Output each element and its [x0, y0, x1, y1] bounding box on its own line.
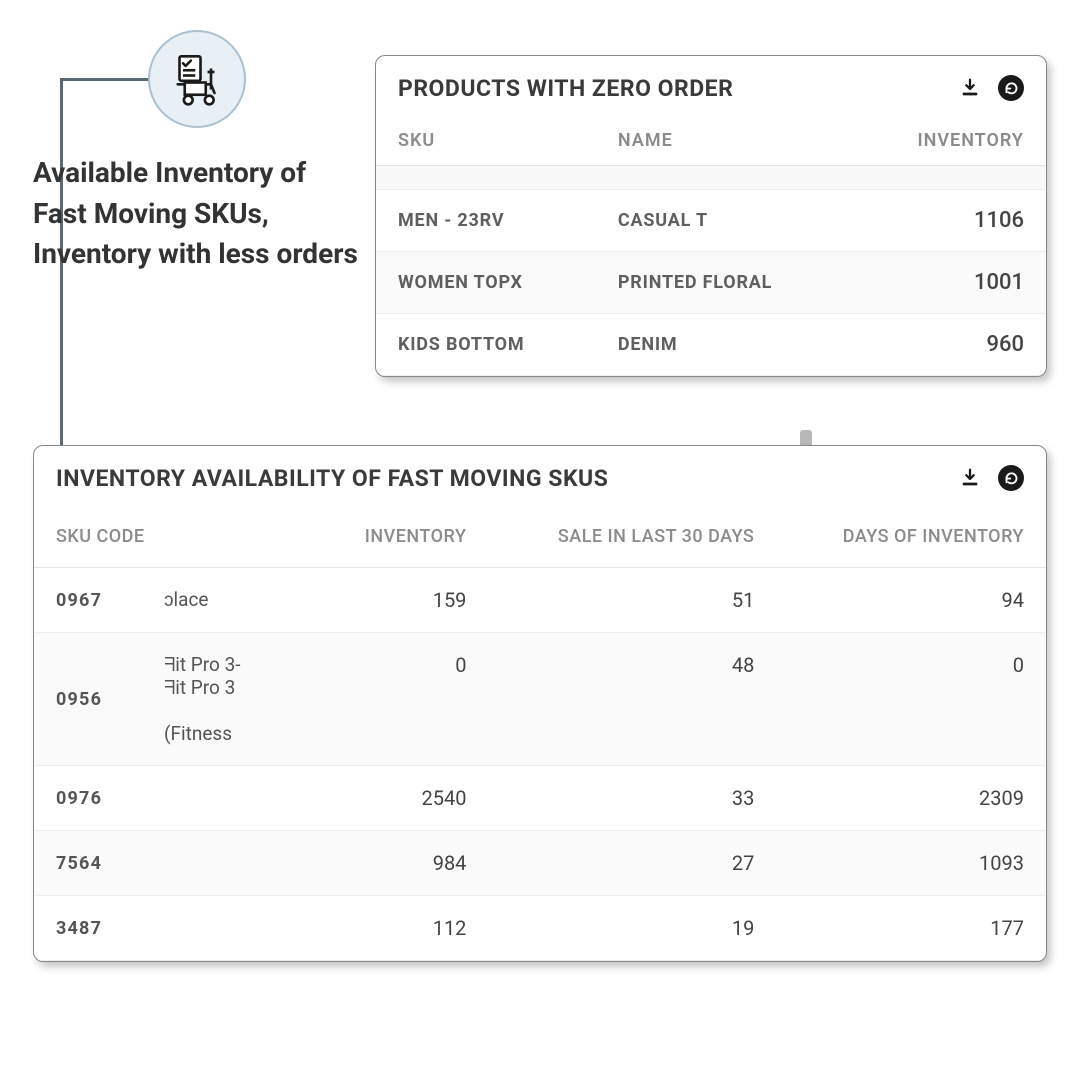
download-button[interactable]	[956, 74, 984, 102]
cell-days: 2309	[776, 766, 1046, 831]
table-row: 7564 984 27 1093	[34, 831, 1046, 896]
cell-sale30: 48	[488, 633, 776, 766]
cell-desc	[164, 766, 314, 831]
fast-moving-panel: INVENTORY AVAILABILITY OF FAST MOVING SK…	[33, 445, 1047, 962]
cell-sku: 3487	[34, 896, 164, 961]
cell-name: PRINTED FLORAL	[596, 252, 852, 314]
table-header-row: SKU CODE INVENTORY SALE IN LAST 30 DAYS …	[34, 506, 1046, 568]
cell-desc	[164, 896, 314, 961]
cell-days: 1093	[776, 831, 1046, 896]
refresh-icon	[1004, 81, 1019, 96]
cell-sale30: 27	[488, 831, 776, 896]
cell-sku: KIDS BOTTOM	[376, 314, 596, 376]
cell-sku: 0967	[34, 568, 164, 633]
panel-header: PRODUCTS WITH ZERO ORDER	[376, 56, 1046, 116]
panel-title: INVENTORY AVAILABILITY OF FAST MOVING SK…	[56, 465, 608, 492]
cell-inventory: 1106	[852, 190, 1046, 252]
panel-actions	[956, 74, 1024, 102]
col-inventory: INVENTORY	[314, 506, 488, 568]
feature-icon-circle	[148, 30, 246, 128]
cell-name: CASUAL T	[596, 190, 852, 252]
table-row: 3487 112 19 177	[34, 896, 1046, 961]
cell-days: 177	[776, 896, 1046, 961]
col-name: NAME	[596, 116, 852, 166]
cell-inventory: 0	[314, 633, 488, 766]
cell-inventory: 112	[314, 896, 488, 961]
table-row: 0956 ᖷit Pro 3- ᖷit Pro 3 (Fitness 0 48 …	[34, 633, 1046, 766]
cell-inventory: 984	[314, 831, 488, 896]
cell-sale30: 33	[488, 766, 776, 831]
cell-sku: WOMEN TOPX	[376, 252, 596, 314]
cell-desc: ᖷit Pro 3- ᖷit Pro 3 (Fitness	[164, 633, 314, 766]
table-row: WOMEN TOPX PRINTED FLORAL 1001	[376, 252, 1046, 314]
fast-moving-table: SKU CODE INVENTORY SALE IN LAST 30 DAYS …	[34, 506, 1046, 961]
cell-desc	[164, 831, 314, 896]
cell-inventory: 2540	[314, 766, 488, 831]
cell-inventory: 960	[852, 314, 1046, 376]
refresh-button[interactable]	[998, 465, 1024, 491]
panel-title: PRODUCTS WITH ZERO ORDER	[398, 75, 733, 102]
col-inventory: INVENTORY	[852, 116, 1046, 166]
cell-inventory: 1001	[852, 252, 1046, 314]
col-days: DAYS OF INVENTORY	[776, 506, 1046, 568]
connector-line	[60, 78, 160, 81]
cell-inventory: 159	[314, 568, 488, 633]
download-icon	[959, 467, 981, 489]
panel-actions	[956, 464, 1024, 492]
refresh-button[interactable]	[998, 75, 1024, 101]
cell-desc: ɔlace	[164, 568, 314, 633]
cell-sale30: 19	[488, 896, 776, 961]
feature-description: Available Inventory of Fast Moving SKUs,…	[33, 153, 363, 275]
table-row: KIDS BOTTOM DENIM 960	[376, 314, 1046, 376]
col-sku: SKU	[376, 116, 596, 166]
cart-checklist-icon	[169, 51, 225, 107]
cell-sale30: 51	[488, 568, 776, 633]
col-sku-code: SKU CODE	[34, 506, 314, 568]
cell-sku: 0976	[34, 766, 164, 831]
cell-sku: 0956	[34, 633, 164, 766]
zero-order-table: SKU NAME INVENTORY MEN - 23RV CASUAL T 1…	[376, 116, 1046, 376]
cell-sku: 7564	[34, 831, 164, 896]
table-spacer	[376, 166, 1046, 190]
col-sale30: SALE IN LAST 30 DAYS	[488, 506, 776, 568]
table-row: 0976 2540 33 2309	[34, 766, 1046, 831]
download-icon	[959, 77, 981, 99]
table-header-row: SKU NAME INVENTORY	[376, 116, 1046, 166]
zero-order-panel: PRODUCTS WITH ZERO ORDER SKU NAME INVENT	[375, 55, 1047, 377]
cell-days: 0	[776, 633, 1046, 766]
cell-name: DENIM	[596, 314, 852, 376]
cell-sku: MEN - 23RV	[376, 190, 596, 252]
table-row: 0967 ɔlace 159 51 94	[34, 568, 1046, 633]
download-button[interactable]	[956, 464, 984, 492]
refresh-icon	[1004, 471, 1019, 486]
cell-days: 94	[776, 568, 1046, 633]
panel-header: INVENTORY AVAILABILITY OF FAST MOVING SK…	[34, 446, 1046, 506]
table-row: MEN - 23RV CASUAL T 1106	[376, 190, 1046, 252]
